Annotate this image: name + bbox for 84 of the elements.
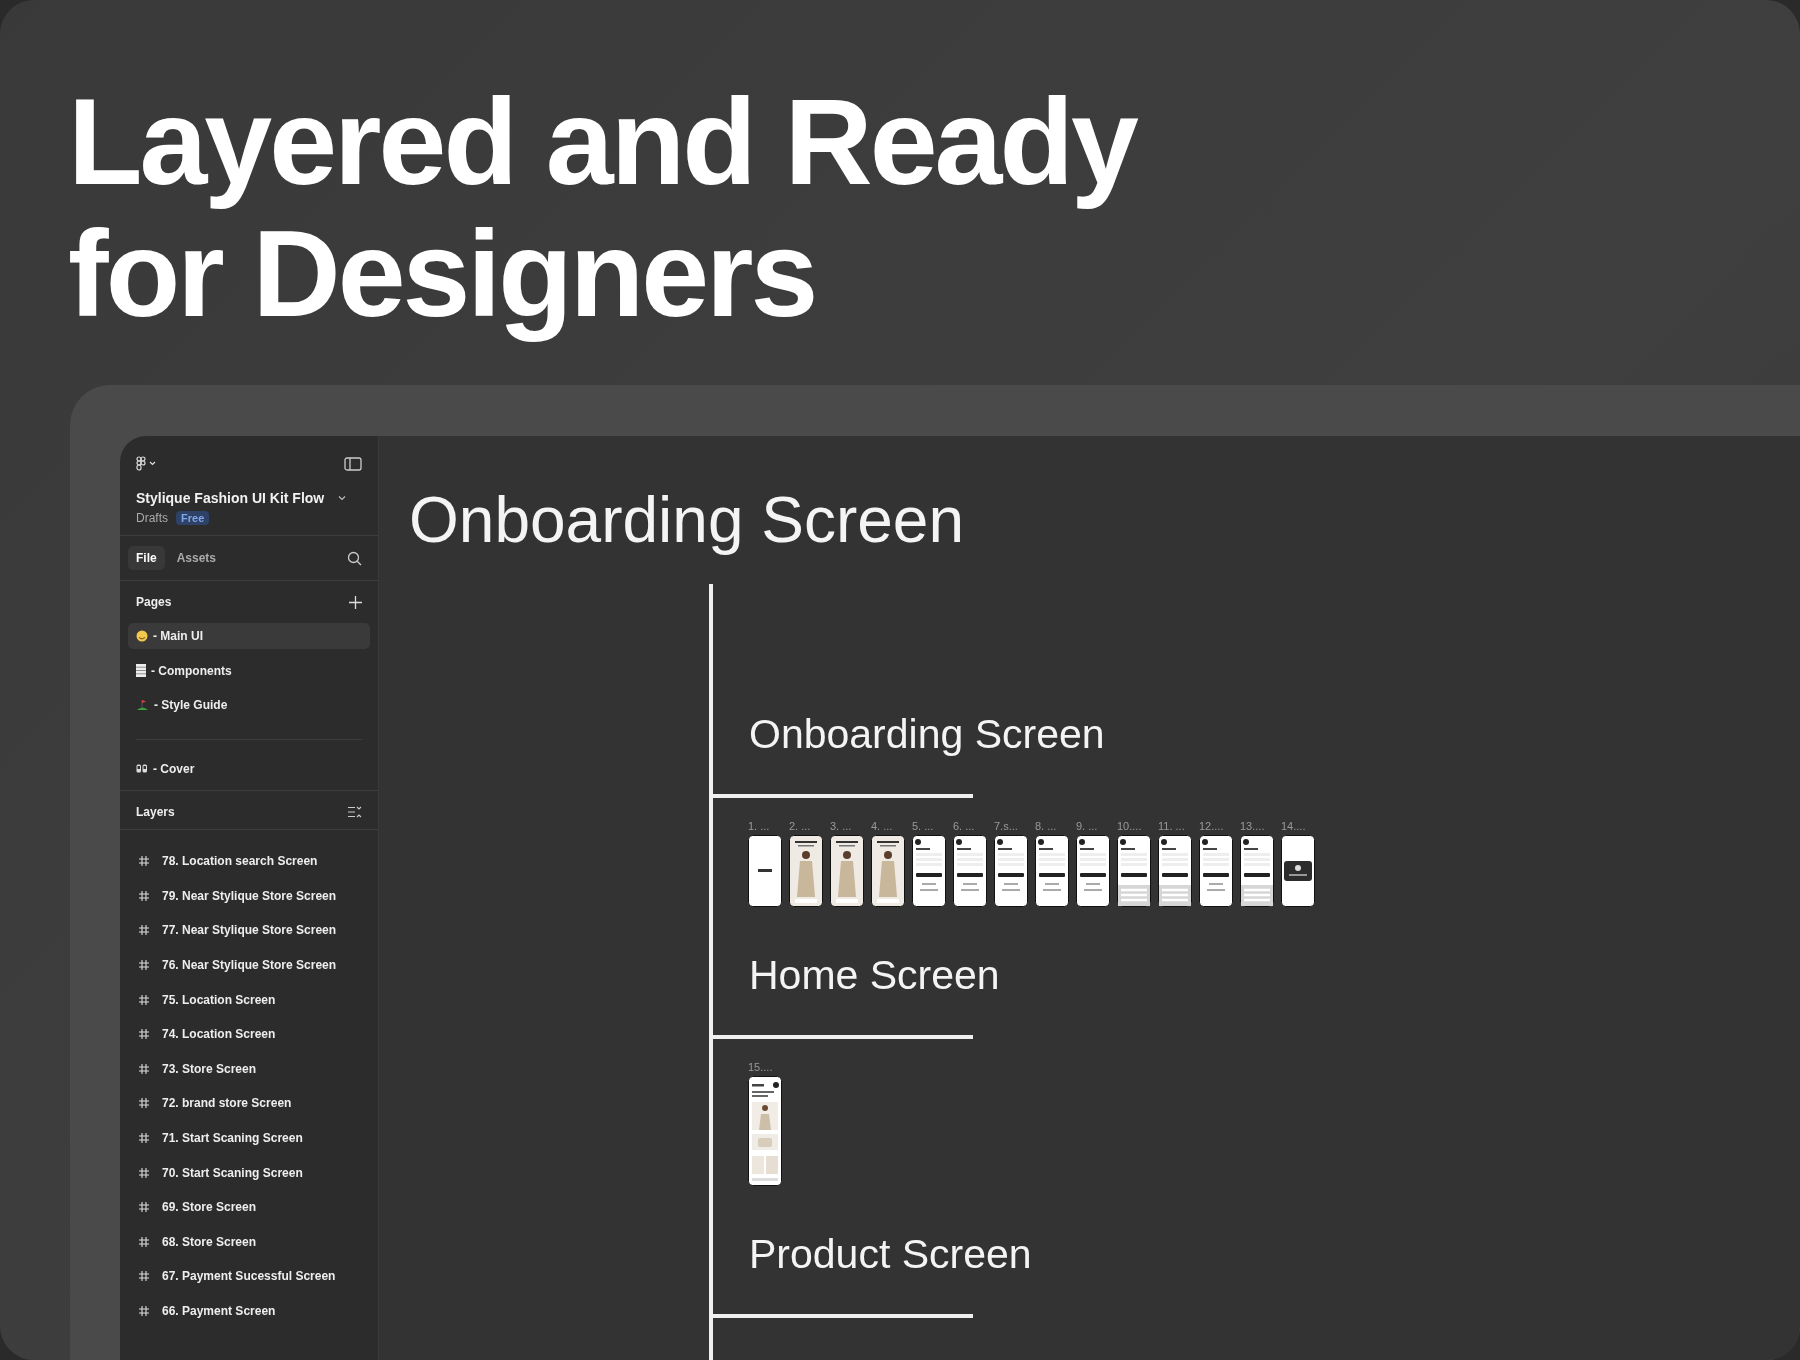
sidebar-tab[interactable]: File: [128, 546, 165, 570]
plan-badge: Free: [176, 511, 210, 525]
logo-icon[interactable]: [136, 456, 158, 472]
screen-thumbnail: [1199, 835, 1233, 907]
file-location[interactable]: Drafts: [136, 511, 168, 525]
section-title: Home Screen: [748, 951, 1000, 997]
screen-thumbnail: [1035, 835, 1069, 907]
screen-thumbnail: [871, 835, 905, 907]
frame-icon: [139, 1133, 149, 1144]
frame-label: 6. ...: [953, 820, 976, 832]
collapse-list-icon[interactable]: [348, 806, 362, 818]
frame-label: 1. ...: [748, 820, 771, 832]
screen-thumbnail: [1076, 835, 1110, 907]
screen-thumbnail: [1281, 835, 1315, 907]
frame-icon: [139, 1167, 149, 1178]
frame-icon: [139, 994, 149, 1005]
frame-icon: [139, 925, 149, 936]
layer-item[interactable]: 74. Location Screen: [120, 1016, 378, 1052]
panel-toggle-icon[interactable]: [344, 457, 362, 471]
layer-item[interactable]: 70. Start Scaning Screen: [120, 1155, 378, 1190]
frame-label: 13....: [1240, 820, 1266, 832]
screen-thumbnail: [789, 835, 823, 907]
headline: Layered and Ready: [68, 76, 1136, 208]
add-icon[interactable]: [349, 595, 362, 609]
quote-icon: [136, 764, 148, 773]
headline: for Designers: [68, 208, 816, 340]
layer-item[interactable]: 72. brand store Screen: [120, 1086, 378, 1121]
screen-thumbnail: [1240, 835, 1274, 907]
frame-label: 14....: [1281, 820, 1307, 832]
smiley-icon: [136, 630, 148, 642]
layer-item[interactable]: 77. Near Stylique Store Screen: [120, 913, 378, 948]
frame-label: 12....: [1199, 820, 1225, 832]
frame-icon: [139, 1202, 149, 1213]
frame-label: 3. ...: [830, 820, 853, 832]
document-icon: [136, 664, 146, 677]
frame-label: 5. ...: [912, 820, 935, 832]
frame-label: 8. ...: [1035, 820, 1058, 832]
screen-thumbnail: [994, 835, 1028, 907]
section-title: Product Screen: [748, 1230, 1032, 1276]
sidebar-tab[interactable]: Assets: [168, 546, 225, 570]
flag-icon: [136, 699, 149, 711]
search-icon[interactable]: [347, 550, 362, 566]
layer-item[interactable]: 69. Store Screen: [120, 1189, 378, 1225]
chevron-icon[interactable]: [338, 495, 347, 501]
section-title: Onboarding Screen: [748, 710, 1105, 756]
page-item[interactable]: - Main UI: [128, 623, 370, 649]
layer-item[interactable]: 76. Near Stylique Store Screen: [120, 947, 378, 983]
frame-icon: [139, 1306, 149, 1316]
screen-thumbnail: [830, 835, 864, 907]
frame-icon: [139, 856, 149, 867]
page-item[interactable]: - Cover: [128, 755, 370, 782]
frame-icon: [139, 1098, 149, 1109]
frame-icon: [139, 1271, 149, 1282]
frame-label: 11. ...: [1158, 820, 1186, 832]
frame-label: 2. ...: [789, 820, 812, 832]
canvas-title: Onboarding Screen: [408, 483, 965, 554]
screen-thumbnail: [1158, 835, 1192, 907]
page-item[interactable]: - Style Guide: [128, 692, 370, 718]
screen-thumbnail: [748, 835, 782, 907]
frame-label: 7.s...: [994, 820, 1019, 832]
file-title[interactable]: Stylique Fashion UI Kit Flow: [136, 490, 325, 506]
page-item[interactable]: - Components: [128, 657, 370, 684]
layers-heading: Layers: [136, 805, 175, 819]
layer-item[interactable]: 79. Near Stylique Store Screen: [120, 878, 378, 914]
frame-icon: [139, 890, 149, 901]
frame-icon: [139, 1236, 149, 1247]
frame-icon: [139, 1029, 149, 1040]
layer-item[interactable]: 73. Store Screen: [120, 1051, 378, 1087]
frame-label: 15....: [748, 1061, 774, 1073]
layer-item[interactable]: 68. Store Screen: [120, 1224, 378, 1260]
frame-label: 10....: [1117, 820, 1143, 832]
screen-thumbnail: [1117, 835, 1151, 907]
frame-icon: [139, 960, 149, 971]
layer-item[interactable]: 75. Location Screen: [120, 982, 378, 1017]
layer-item[interactable]: 66. Payment Screen: [120, 1293, 378, 1329]
frame-icon: [139, 1063, 149, 1074]
screen-thumbnail: [953, 835, 987, 907]
pages-heading: Pages: [136, 595, 172, 609]
layer-item[interactable]: 67. Payment Sucessful Screen: [120, 1259, 378, 1294]
screen-thumbnail: [912, 835, 946, 907]
frame-label: 9. ...: [1076, 820, 1099, 832]
layer-item[interactable]: 78. Location search Screen: [120, 844, 378, 879]
layer-item[interactable]: 71. Start Scaning Screen: [120, 1120, 378, 1156]
frame-label: 4. ...: [871, 820, 894, 832]
